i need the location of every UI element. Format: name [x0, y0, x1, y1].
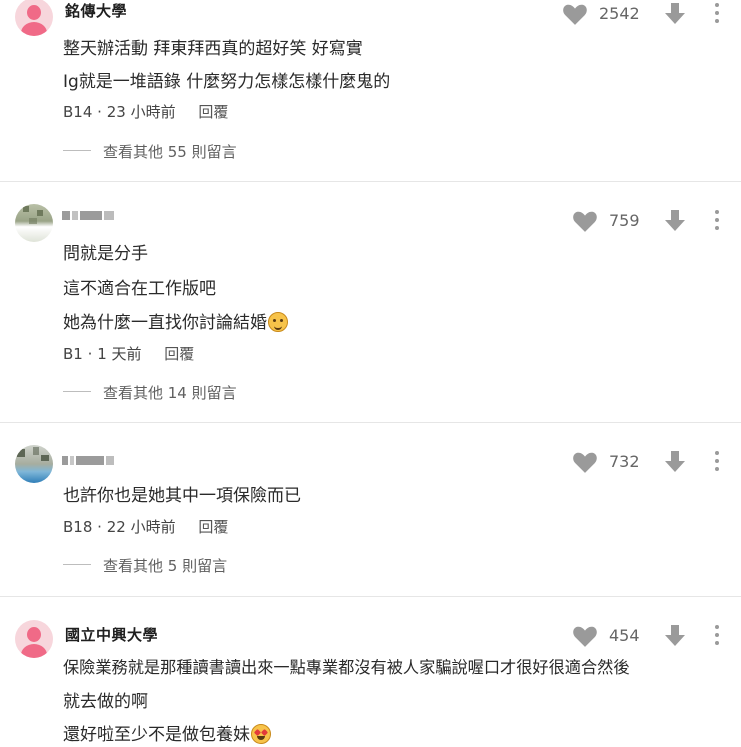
username[interactable]: 國立中興大學	[65, 624, 158, 645]
username-redacted	[62, 210, 114, 220]
username[interactable]: 銘傳大學	[65, 0, 127, 21]
floor-number: B18	[63, 518, 93, 536]
view-more-replies-link[interactable]: 查看其他 55 則留言	[63, 141, 237, 162]
heart-icon[interactable]	[572, 209, 598, 233]
smiling-face-emoji	[268, 312, 288, 332]
view-more-label: 查看其他 14 則留言	[103, 384, 237, 402]
timestamp: 22 小時前	[106, 518, 176, 536]
comment-text-line: 就去做的啊	[63, 692, 148, 712]
like-count: 732	[609, 452, 640, 471]
arrow-down-icon[interactable]	[663, 1, 687, 25]
more-vertical-icon[interactable]	[713, 210, 721, 232]
comment-3: 732 也許你也是她其中一項保險而已 B18 · 22 小時前 回覆 查看其他 …	[0, 423, 741, 596]
reply-button[interactable]: 回覆	[164, 345, 194, 363]
username-redacted	[62, 455, 114, 465]
comment-2: 759 問就是分手 這不適合在工作版吧 她為什麼一直找你討論結婚 B1 · 1 …	[0, 182, 741, 422]
comment-meta: B1 · 1 天前 回覆	[63, 343, 194, 364]
reply-button[interactable]: 回覆	[198, 518, 228, 536]
avatar[interactable]	[15, 620, 53, 658]
arrow-down-icon[interactable]	[663, 623, 687, 647]
comment-meta: B18 · 22 小時前 回覆	[63, 516, 228, 537]
heart-icon[interactable]	[562, 2, 588, 26]
view-more-label: 查看其他 5 則留言	[103, 557, 228, 575]
meta-separator: ·	[97, 103, 102, 121]
comment-4: 國立中興大學 454 保險業務就是那種讀書讀出來一點專業都沒有被人家騙說喔口才很…	[0, 597, 741, 747]
like-count: 2542	[599, 4, 640, 23]
comment-text-line: 整天辦活動 拜東拜西真的超好笑 好寫實	[63, 39, 363, 59]
comment-text-line: Ig就是一堆語錄 什麼努力怎樣怎樣什麼鬼的	[63, 72, 391, 92]
reply-button[interactable]: 回覆	[198, 103, 228, 121]
comment-text: 還好啦至少不是做包養妹	[63, 725, 250, 745]
like-count: 759	[609, 211, 640, 230]
meta-separator: ·	[97, 518, 102, 536]
divider-dash	[63, 150, 91, 151]
more-vertical-icon[interactable]	[713, 625, 721, 647]
divider-dash	[63, 391, 91, 392]
comment-1: 銘傳大學 2542 整天辦活動 拜東拜西真的超好笑 好寫實 Ig就是一堆語錄 什…	[0, 0, 741, 180]
floor-number: B14	[63, 103, 93, 121]
timestamp: 23 小時前	[106, 103, 176, 121]
heart-icon[interactable]	[572, 624, 598, 648]
comment-meta: B14 · 23 小時前 回覆	[63, 101, 228, 122]
timestamp: 1 天前	[97, 345, 142, 363]
comment-text-line: 也許你也是她其中一項保險而已	[63, 486, 301, 506]
meta-separator: ·	[87, 345, 93, 363]
more-vertical-icon[interactable]	[713, 451, 721, 473]
avatar[interactable]	[15, 445, 53, 483]
star-struck-emoji	[251, 724, 271, 744]
view-more-label: 查看其他 55 則留言	[103, 143, 237, 161]
comment-text-line: 問就是分手	[63, 244, 148, 264]
floor-number: B1	[63, 345, 83, 363]
view-more-replies-link[interactable]: 查看其他 5 則留言	[63, 555, 227, 576]
avatar[interactable]	[15, 0, 53, 36]
arrow-down-icon[interactable]	[663, 208, 687, 232]
comment-text-line: 保險業務就是那種讀書讀出來一點專業都沒有被人家騙說喔口才很好很適合然後	[63, 658, 630, 677]
divider-dash	[63, 564, 91, 565]
comment-text: 她為什麼一直找你討論結婚	[63, 313, 267, 333]
view-more-replies-link[interactable]: 查看其他 14 則留言	[63, 382, 237, 403]
comment-text-line-with-emoji: 她為什麼一直找你討論結婚	[63, 308, 288, 333]
like-count: 454	[609, 626, 640, 645]
heart-icon[interactable]	[572, 450, 598, 474]
arrow-down-icon[interactable]	[663, 449, 687, 473]
comment-text-line-with-emoji: 還好啦至少不是做包養妹	[63, 720, 271, 745]
avatar[interactable]	[15, 204, 53, 242]
more-vertical-icon[interactable]	[713, 3, 721, 25]
comment-text-line: 這不適合在工作版吧	[63, 279, 216, 299]
